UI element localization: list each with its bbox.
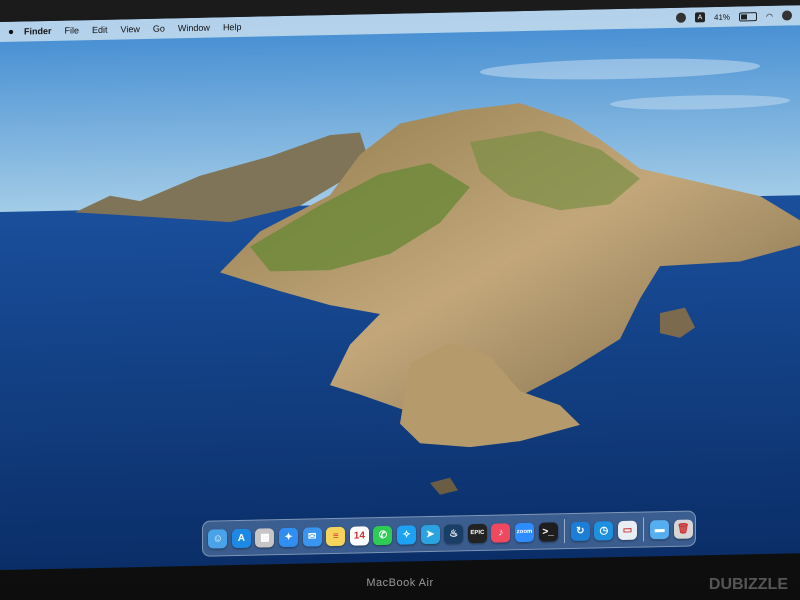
launchpad-icon[interactable]: ▦ [255, 527, 275, 548]
menu-finder[interactable]: Finder [24, 26, 52, 37]
battery-level [741, 13, 747, 19]
device-label: MacBook Air [366, 577, 434, 589]
dock-separator [643, 517, 644, 542]
sync-icon[interactable]: ↻ [570, 521, 590, 541]
menu-edit[interactable]: Edit [92, 25, 108, 35]
status-area: A 41% ◠ [676, 5, 792, 27]
calendar-icon[interactable]: 14 [349, 525, 369, 546]
menu-window[interactable]: Window [178, 23, 210, 34]
epic-games-icon[interactable]: EPIC [467, 523, 487, 543]
time-machine-icon[interactable]: ◷ [594, 520, 614, 541]
wifi-icon[interactable]: ◠ [766, 11, 773, 20]
twitter-icon[interactable]: ✧ [397, 524, 417, 545]
input-source-icon[interactable]: A [695, 12, 705, 23]
safari-icon[interactable]: ✦ [279, 527, 299, 547]
terminal-icon[interactable]: >_ [538, 521, 558, 542]
telegram-icon[interactable]: ➤ [420, 524, 440, 544]
zoom-icon[interactable]: zoom [515, 522, 535, 542]
apple-icon[interactable]: ● [2, 26, 20, 37]
steam-icon[interactable]: ♨ [444, 523, 464, 544]
finder-icon[interactable]: ☺ [208, 528, 228, 549]
downloads-folder-icon[interactable]: ▬ [650, 519, 670, 539]
battery-icon[interactable] [739, 11, 758, 22]
menu-go[interactable]: Go [153, 24, 165, 34]
laptop-bezel: ● Finder File Edit View Go Window Help A… [0, 0, 800, 600]
menu-view[interactable]: View [121, 24, 140, 34]
trash-icon[interactable]: 🗑 [673, 518, 693, 539]
notes-icon[interactable]: ≡ [326, 526, 346, 546]
desktop-screen: ● Finder File Edit View Go Window Help A… [0, 5, 800, 571]
app-store-icon[interactable]: A [231, 528, 251, 548]
menu-file[interactable]: File [65, 25, 80, 35]
control-center-icon[interactable] [782, 10, 792, 21]
dock-separator [563, 519, 565, 544]
whatsapp-icon[interactable]: ✆ [373, 525, 393, 545]
battery-percentage[interactable]: 41% [714, 12, 730, 21]
music-icon[interactable]: ♪ [491, 522, 511, 543]
mail-icon[interactable]: ✉ [302, 526, 322, 547]
watermark-logo: DUBIZZLE [708, 576, 788, 593]
preview-icon[interactable]: ▭ [617, 520, 637, 540]
menu-help[interactable]: Help [223, 22, 242, 32]
spotlight-search-icon[interactable] [676, 12, 686, 23]
catalina-wallpaper [0, 5, 800, 571]
